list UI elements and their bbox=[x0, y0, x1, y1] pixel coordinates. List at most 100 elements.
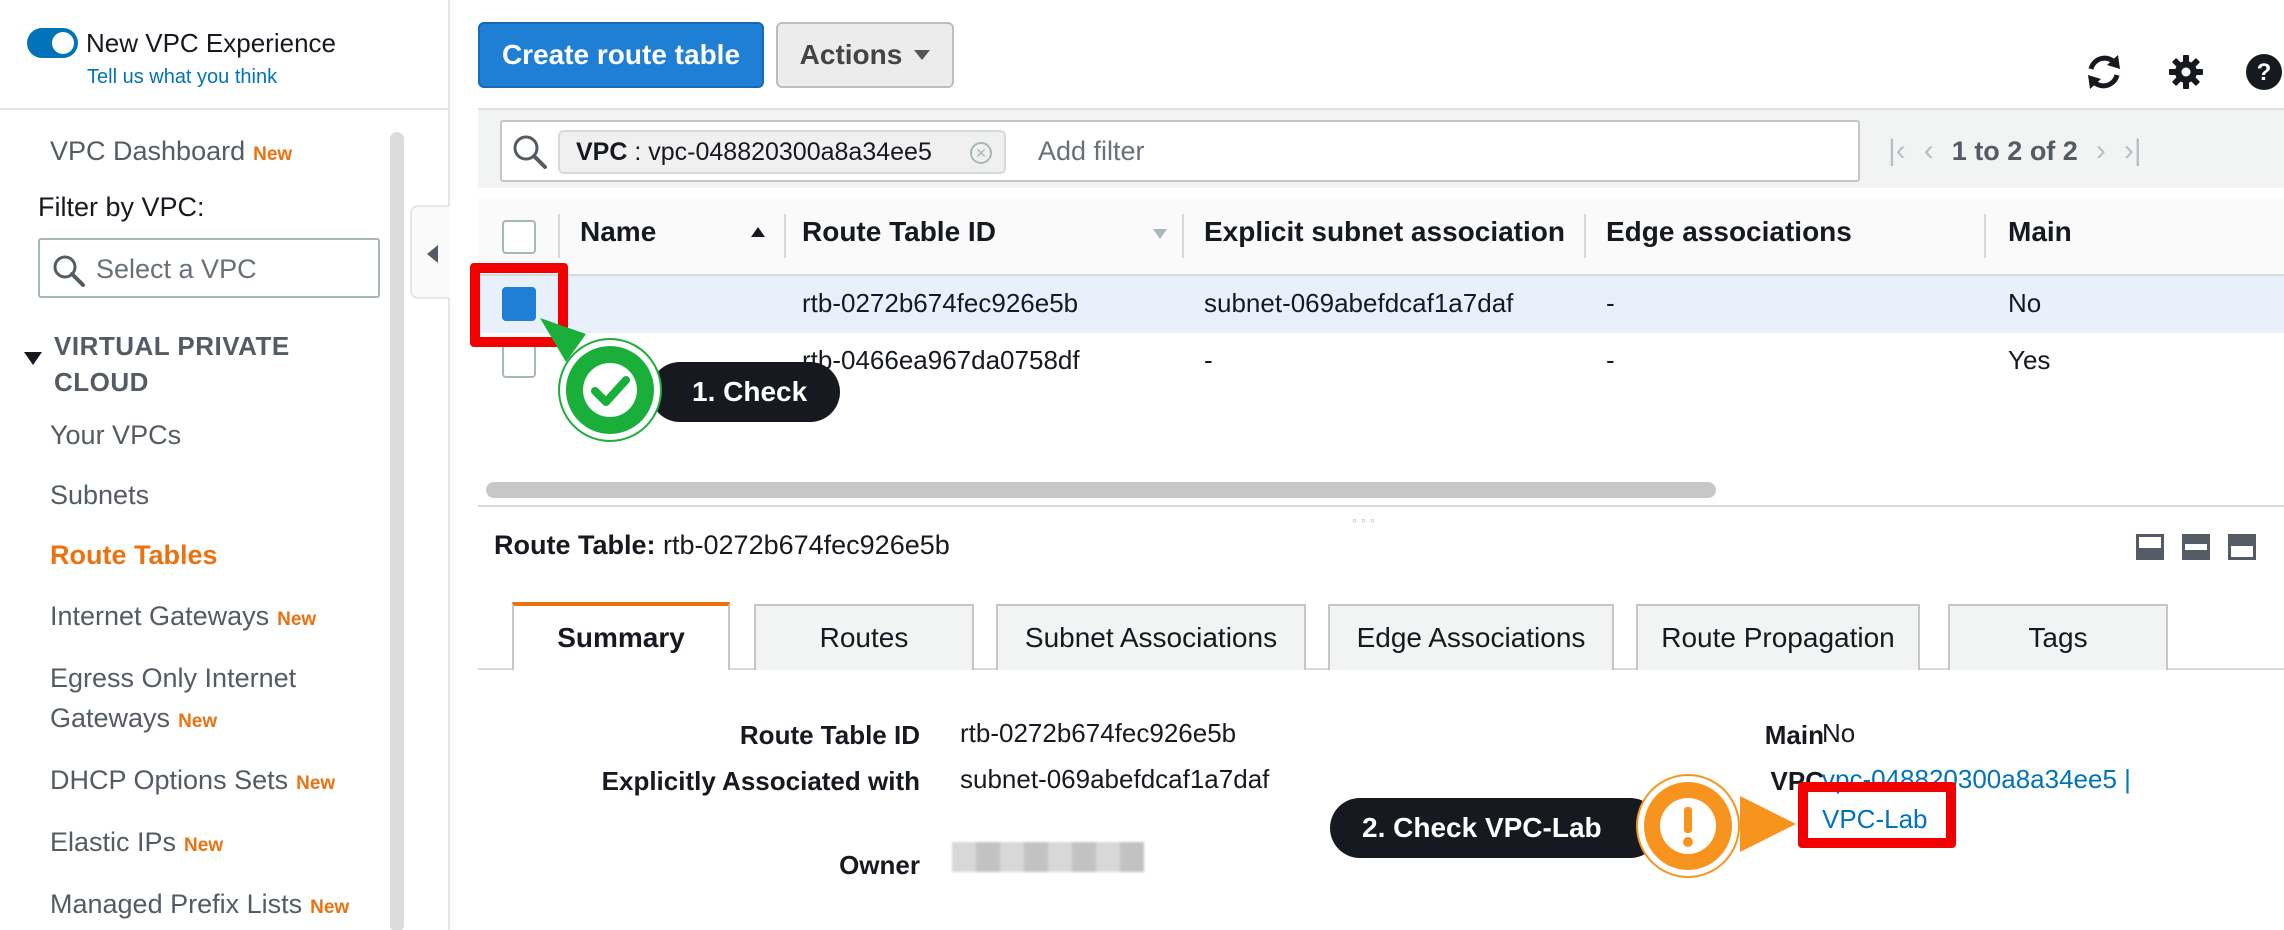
search-icon bbox=[512, 134, 548, 175]
callout-step-1: 1. Check bbox=[650, 362, 840, 422]
column-separator bbox=[1584, 214, 1586, 258]
filter-token-value: vpc-048820300a8a34ee5 bbox=[648, 138, 932, 166]
sidebar-item-label-line2: Gateways bbox=[50, 703, 171, 733]
tab-routes[interactable]: Routes bbox=[754, 604, 974, 670]
sidebar-item-elastic-ips[interactable]: Elastic IPs New bbox=[50, 822, 223, 866]
sidebar-scrollbar[interactable] bbox=[390, 132, 404, 930]
detail-title-value: rtb-0272b674fec926e5b bbox=[663, 530, 950, 560]
prev-page-icon[interactable]: ‹ bbox=[1924, 134, 1934, 168]
table-horizontal-scrollbar[interactable] bbox=[486, 482, 1716, 498]
column-separator bbox=[1984, 214, 1986, 258]
sidebar-item-dhcp-options-sets[interactable]: DHCP Options Sets New bbox=[50, 760, 335, 804]
sidebar-item-label: Subnets bbox=[50, 480, 150, 510]
tab-edge-associations[interactable]: Edge Associations bbox=[1328, 604, 1614, 670]
sidebar-item-label: Route Tables bbox=[50, 540, 218, 570]
sidebar-item-label: Internet Gateways bbox=[50, 601, 270, 631]
tab-tags[interactable]: Tags bbox=[1948, 604, 2168, 670]
filter-input[interactable]: VPC : vpc-048820300a8a34ee5 ✕ Add filter bbox=[500, 120, 1860, 182]
cell-route-table-id: rtb-0466ea967da0758df bbox=[802, 345, 1080, 375]
feedback-link[interactable]: Tell us what you think bbox=[87, 66, 277, 89]
vpc-select-placeholder: Select a VPC bbox=[96, 254, 257, 284]
owner-value-redacted bbox=[952, 842, 1144, 872]
cell-route-table-id: rtb-0272b674fec926e5b bbox=[802, 288, 1079, 318]
sidebar-item-label: Your VPCs bbox=[50, 420, 182, 450]
owner-label: Owner bbox=[839, 850, 920, 880]
resize-grip-icon[interactable]: ◦◦◦ bbox=[1352, 512, 1379, 528]
sidebar-item-vpc-dashboard[interactable]: VPC Dashboard New bbox=[50, 131, 292, 175]
actions-label: Actions bbox=[799, 39, 903, 70]
create-route-table-button[interactable]: Create route table bbox=[478, 22, 764, 88]
pagination: |‹ ‹ 1 to 2 of 2 › ›| bbox=[1888, 134, 2142, 168]
sidebar-item-egress-only-internet-gateways[interactable]: Egress Only Internet Gateways New bbox=[50, 658, 296, 742]
column-header-name[interactable]: Name bbox=[580, 216, 656, 248]
sidebar-item-your-vpcs[interactable]: Your VPCs bbox=[50, 415, 181, 455]
sidebar-item-label: Egress Only Internet bbox=[50, 663, 297, 693]
column-header-edge-associations[interactable]: Edge associations bbox=[1606, 216, 1852, 248]
route-table-id-label: Route Table ID bbox=[739, 720, 920, 750]
layout-top-icon[interactable] bbox=[2228, 534, 2256, 560]
column-header-main[interactable]: Main bbox=[2008, 216, 2072, 248]
warning-badge-icon bbox=[1638, 776, 1738, 876]
cell-edge-associations: - bbox=[1606, 288, 1615, 318]
new-badge: New bbox=[296, 773, 336, 794]
sidebar-item-label: Elastic IPs bbox=[50, 827, 177, 857]
search-icon bbox=[52, 254, 86, 293]
pointer-arrow-icon bbox=[1740, 796, 1796, 852]
filter-token-separator: : bbox=[627, 138, 649, 166]
first-page-icon[interactable]: |‹ bbox=[1888, 134, 1906, 168]
sidebar-item-managed-prefix-lists[interactable]: Managed Prefix Lists New bbox=[50, 884, 349, 928]
remove-filter-icon[interactable]: ✕ bbox=[970, 142, 992, 164]
cell-main: No bbox=[2008, 288, 2042, 318]
help-icon[interactable]: ? bbox=[2242, 50, 2284, 94]
main-value: No bbox=[1822, 718, 1856, 748]
svg-text:?: ? bbox=[2257, 59, 2272, 86]
new-badge: New bbox=[184, 835, 224, 856]
collapse-sidebar-button[interactable] bbox=[410, 205, 450, 299]
row-checkbox[interactable] bbox=[502, 344, 536, 378]
column-separator bbox=[1182, 214, 1184, 258]
last-page-icon[interactable]: ›| bbox=[2124, 134, 2142, 168]
sidebar-item-subnets[interactable]: Subnets bbox=[50, 475, 149, 515]
table-row[interactable]: rtb-0272b674fec926e5b subnet-069abefdcaf… bbox=[478, 276, 2284, 332]
split-pane-divider[interactable] bbox=[478, 505, 2284, 507]
filter-by-vpc-label: Filter by VPC: bbox=[38, 192, 205, 222]
detail-title-label: Route Table: bbox=[494, 530, 656, 560]
sidebar-item-label: Managed Prefix Lists bbox=[50, 889, 303, 919]
tab-summary[interactable]: Summary bbox=[512, 602, 730, 670]
vpc-select[interactable]: Select a VPC bbox=[38, 238, 380, 298]
tab-route-propagation[interactable]: Route Propagation bbox=[1636, 604, 1920, 670]
layout-bottom-icon[interactable] bbox=[2136, 534, 2164, 560]
add-filter-placeholder: Add filter bbox=[1038, 136, 1145, 166]
new-badge: New bbox=[277, 609, 317, 630]
sort-asc-icon[interactable] bbox=[750, 226, 766, 238]
sort-icon[interactable] bbox=[1152, 228, 1168, 240]
tab-subnet-associations[interactable]: Subnet Associations bbox=[996, 604, 1306, 670]
route-table-id-value: rtb-0272b674fec926e5b bbox=[960, 718, 1237, 748]
detail-title: Route Table: rtb-0272b674fec926e5b bbox=[494, 530, 950, 561]
sidebar-item-route-tables[interactable]: Route Tables bbox=[50, 535, 218, 575]
filter-token-vpc[interactable]: VPC : vpc-048820300a8a34ee5 ✕ bbox=[558, 130, 1006, 174]
filter-bar: VPC : vpc-048820300a8a34ee5 ✕ Add filter… bbox=[478, 108, 2284, 188]
sidebar-item-internet-gateways[interactable]: Internet Gateways New bbox=[50, 596, 316, 640]
column-header-route-table-id[interactable]: Route Table ID bbox=[802, 216, 996, 248]
section-virtual-private-cloud[interactable]: VIRTUAL PRIVATE CLOUD bbox=[54, 328, 314, 400]
cell-main: Yes bbox=[2008, 345, 2051, 375]
sidebar-item-label: DHCP Options Sets bbox=[50, 765, 289, 795]
caret-down-icon[interactable] bbox=[24, 352, 42, 365]
column-header-explicit-subnet-association[interactable]: Explicit subnet association bbox=[1204, 216, 1564, 248]
highlight-box-vpc-lab bbox=[1798, 782, 1956, 848]
new-badge: New bbox=[253, 144, 293, 165]
gear-icon[interactable] bbox=[2164, 50, 2208, 94]
toggle-knob bbox=[52, 32, 74, 54]
next-page-icon[interactable]: › bbox=[2096, 134, 2106, 168]
cell-edge-associations: - bbox=[1606, 345, 1615, 375]
table-header: Name Route Table ID Explicit subnet asso… bbox=[478, 198, 2284, 276]
select-all-checkbox[interactable] bbox=[502, 220, 536, 254]
new-vpc-experience-toggle[interactable] bbox=[27, 28, 78, 58]
actions-dropdown[interactable]: Actions bbox=[776, 22, 954, 88]
new-badge: New bbox=[310, 897, 350, 918]
sidebar: New VPC Experience Tell us what you thin… bbox=[0, 0, 450, 930]
refresh-icon[interactable] bbox=[2082, 50, 2126, 94]
sidebar-divider bbox=[0, 108, 448, 110]
layout-split-icon[interactable] bbox=[2182, 534, 2210, 560]
